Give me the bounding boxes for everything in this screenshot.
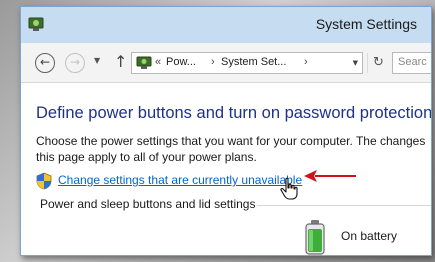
breadcrumb-separator[interactable]: › [211, 56, 215, 68]
arrow-left-icon[interactable]: ← [35, 53, 55, 73]
breadcrumb-overflow[interactable]: « [155, 56, 161, 68]
section-title: Power and sleep buttons and lid settings [40, 197, 256, 211]
chevron-down-icon[interactable]: ▼ [353, 59, 358, 67]
system-settings-window: System Settings ← → ▼ ↑ « Pow... › Syste… [20, 6, 432, 256]
description-line: this page apply to all of your power pla… [36, 150, 257, 164]
on-battery-label: On battery [341, 229, 398, 243]
system-settings-icon [28, 17, 44, 31]
description-line: Choose the power settings that you want … [36, 134, 426, 148]
battery-icon [305, 220, 325, 255]
page-description: Choose the power settings that you want … [36, 133, 431, 165]
search-input[interactable]: Searc [392, 52, 431, 74]
chevron-down-icon[interactable]: ▼ [94, 56, 100, 65]
title-bar: System Settings [21, 7, 431, 43]
breadcrumb-power-options[interactable]: Pow... [166, 56, 196, 68]
uac-shield-icon [36, 172, 52, 190]
window-title: System Settings [315, 16, 417, 32]
annotation-arrow-icon [304, 170, 356, 182]
hand-cursor-icon [280, 177, 298, 200]
page-title: Define power buttons and turn on passwor… [36, 104, 432, 122]
section-divider [257, 205, 431, 206]
navigation-bar: ← → ▼ ↑ « Pow... › System Set... › ▼ ↻ S… [21, 43, 431, 83]
change-settings-link[interactable]: Change settings that are currently unava… [58, 173, 302, 187]
breadcrumb-separator[interactable]: › [304, 56, 308, 68]
refresh-icon[interactable]: ↻ [367, 53, 389, 73]
breadcrumb-system-settings[interactable]: System Set... [221, 56, 286, 68]
arrow-up-icon[interactable]: ↑ [114, 52, 127, 71]
address-bar[interactable]: « Pow... › System Set... › ▼ [131, 52, 363, 74]
arrow-right-icon[interactable]: → [65, 53, 85, 73]
control-panel-icon [136, 56, 152, 69]
